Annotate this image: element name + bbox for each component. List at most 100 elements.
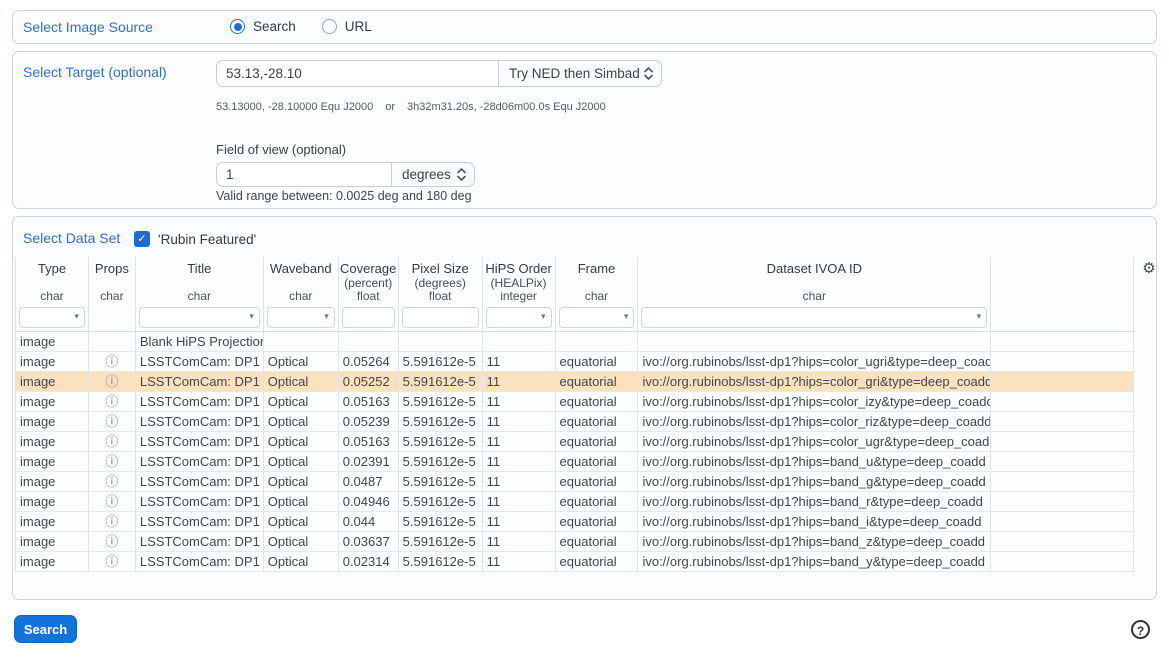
cell-hips_order: [483, 332, 556, 351]
cell-title: Blank HiPS Projection: [136, 332, 264, 351]
column-filter-area: [339, 305, 398, 331]
column-sort-ivoa_id[interactable]: Dataset IVOA ID: [638, 257, 990, 289]
column-sort-waveband[interactable]: Waveband: [264, 257, 338, 289]
radio-search[interactable]: Search: [230, 19, 296, 34]
cell-filler: [991, 332, 1134, 351]
cell-coverage: 0.05163: [339, 432, 399, 451]
table-row[interactable]: imageⓘLSSTComCam: DP1 iOptical0.0445.591…: [16, 512, 1134, 532]
filter-select-title[interactable]: ▾: [139, 307, 260, 328]
help-button[interactable]: ?: [1131, 620, 1150, 639]
info-icon[interactable]: ⓘ: [105, 535, 118, 550]
column-header-type: Typechar▾: [16, 257, 89, 331]
cell-type: image: [16, 432, 89, 451]
cell-ivoa_id: ivo://org.rubinobs/lsst-dp1?hips=band_u&…: [638, 452, 991, 471]
cell-hips_order: 11: [483, 452, 556, 471]
image-source-radio-group: Search URL: [230, 19, 372, 34]
filter-select-waveband[interactable]: ▾: [267, 307, 335, 328]
table-row[interactable]: imageⓘLSSTComCam: DP1 uOptical0.023915.5…: [16, 452, 1134, 472]
panel-select-target: Select Target (optional) Try NED then Si…: [12, 51, 1157, 209]
info-icon[interactable]: ⓘ: [105, 415, 118, 430]
filter-input-coverage[interactable]: [342, 307, 395, 328]
chevron-updown-icon: [457, 167, 466, 182]
column-dtype-waveband: char: [264, 289, 338, 305]
cell-title: LSSTComCam: DP1 r: [136, 492, 264, 511]
info-icon[interactable]: ⓘ: [105, 435, 118, 450]
cell-props: ⓘ: [89, 512, 136, 531]
cell-frame: equatorial: [556, 372, 639, 391]
cell-pixel_size: 5.591612e-5: [399, 412, 483, 431]
cell-pixel_size: 5.591612e-5: [399, 492, 483, 511]
cell-frame: equatorial: [556, 472, 639, 491]
cell-pixel_size: 5.591612e-5: [399, 452, 483, 471]
info-icon[interactable]: ⓘ: [105, 375, 118, 390]
cell-filler: [991, 452, 1134, 471]
column-filter-area: ▾: [483, 305, 555, 331]
info-icon[interactable]: ⓘ: [105, 395, 118, 410]
table-row[interactable]: imageⓘLSSTComCam: DP1 yOptical0.023145.5…: [16, 552, 1134, 572]
info-icon[interactable]: ⓘ: [105, 475, 118, 490]
column-sort-pixel_size[interactable]: Pixel Size(degrees): [399, 257, 482, 289]
cell-coverage: 0.02314: [339, 552, 399, 571]
column-sort-props[interactable]: Props: [89, 257, 135, 289]
cell-title: LSSTComCam: DP1 u: [136, 452, 264, 471]
cell-hips_order: 11: [483, 372, 556, 391]
table-row[interactable]: imageⓘLSSTComCam: DP1 ugrOptical0.051635…: [16, 432, 1134, 452]
column-sort-hips_order[interactable]: HiPS Order(HEALPix): [483, 257, 555, 289]
cell-coverage: 0.03637: [339, 532, 399, 551]
resolver-select[interactable]: Try NED then Simbad: [498, 60, 662, 87]
column-sort-frame[interactable]: Frame: [556, 257, 638, 289]
cell-filler: [991, 512, 1134, 531]
table-row[interactable]: imageBlank HiPS Projection: [16, 332, 1134, 352]
dataset-label: Select Data Set: [23, 230, 120, 246]
search-button[interactable]: Search: [14, 615, 77, 643]
cell-title: LSSTComCam: DP1 izy: [136, 392, 264, 411]
radio-url[interactable]: URL: [322, 19, 372, 34]
fov-input[interactable]: [216, 162, 391, 187]
info-icon[interactable]: ⓘ: [105, 515, 118, 530]
cell-filler: [991, 412, 1134, 431]
cell-props: ⓘ: [89, 552, 136, 571]
dropdown-arrow-icon: ▾: [74, 311, 79, 322]
info-icon[interactable]: ⓘ: [105, 495, 118, 510]
table-row[interactable]: imageⓘLSSTComCam: DP1 rizOptical0.052395…: [16, 412, 1134, 432]
cell-frame: equatorial: [556, 352, 639, 371]
image-source-label: Select Image Source: [23, 19, 153, 35]
fov-unit-select[interactable]: degrees: [391, 162, 475, 187]
dropdown-arrow-icon: ▾: [977, 311, 982, 322]
table-body: imageBlank HiPS ProjectionimageⓘLSSTComC…: [16, 332, 1134, 572]
column-dtype-_filler: [991, 289, 1133, 305]
cell-filler: [991, 492, 1134, 511]
filter-select-ivoa_id[interactable]: ▾: [641, 307, 987, 328]
table-row[interactable]: imageⓘLSSTComCam: DP1 gOptical0.04875.59…: [16, 472, 1134, 492]
info-icon[interactable]: ⓘ: [105, 355, 118, 370]
column-sort-coverage[interactable]: Coverage(percent): [339, 257, 398, 289]
cell-title: LSSTComCam: DP1 ugr: [136, 432, 264, 451]
table-options-button[interactable]: ⚙: [1138, 258, 1160, 278]
table-row[interactable]: imageⓘLSSTComCam: DP1 ugriOptical0.05264…: [16, 352, 1134, 372]
column-filter-area: ▾: [136, 305, 263, 331]
target-label: Select Target (optional): [23, 64, 167, 80]
column-dtype-hips_order: integer: [483, 289, 555, 305]
filter-select-type[interactable]: ▾: [19, 307, 85, 328]
filter-input-pixel_size[interactable]: [402, 307, 479, 328]
table-row[interactable]: imageⓘLSSTComCam: DP1 zOptical0.036375.5…: [16, 532, 1134, 552]
cell-waveband: Optical: [264, 512, 339, 531]
cell-ivoa_id: ivo://org.rubinobs/lsst-dp1?hips=band_y&…: [638, 552, 991, 571]
info-icon[interactable]: ⓘ: [105, 455, 118, 470]
table-row[interactable]: imageⓘLSSTComCam: DP1 rOptical0.049465.5…: [16, 492, 1134, 512]
cell-hips_order: 11: [483, 412, 556, 431]
info-icon[interactable]: ⓘ: [105, 555, 118, 570]
table-row[interactable]: imageⓘLSSTComCam: DP1 griOptical0.052525…: [16, 372, 1134, 392]
column-sort-title[interactable]: Title: [136, 257, 263, 289]
column-filter-area: ▾: [556, 305, 638, 331]
filter-select-frame[interactable]: ▾: [559, 307, 635, 328]
target-input[interactable]: [216, 60, 498, 87]
rubin-featured-checkbox[interactable]: ✓: [134, 231, 150, 247]
filter-select-hips_order[interactable]: ▾: [486, 307, 552, 328]
cell-waveband: Optical: [264, 412, 339, 431]
column-sort-type[interactable]: Type: [16, 257, 88, 289]
fov-unit-value: degrees: [402, 167, 451, 182]
column-header-waveband: Wavebandchar ▾: [264, 257, 339, 331]
target-feedback: 53.13000, -28.10000 Equ J2000or3h32m31.2…: [216, 101, 606, 113]
table-row[interactable]: imageⓘLSSTComCam: DP1 izyOptical0.051635…: [16, 392, 1134, 412]
